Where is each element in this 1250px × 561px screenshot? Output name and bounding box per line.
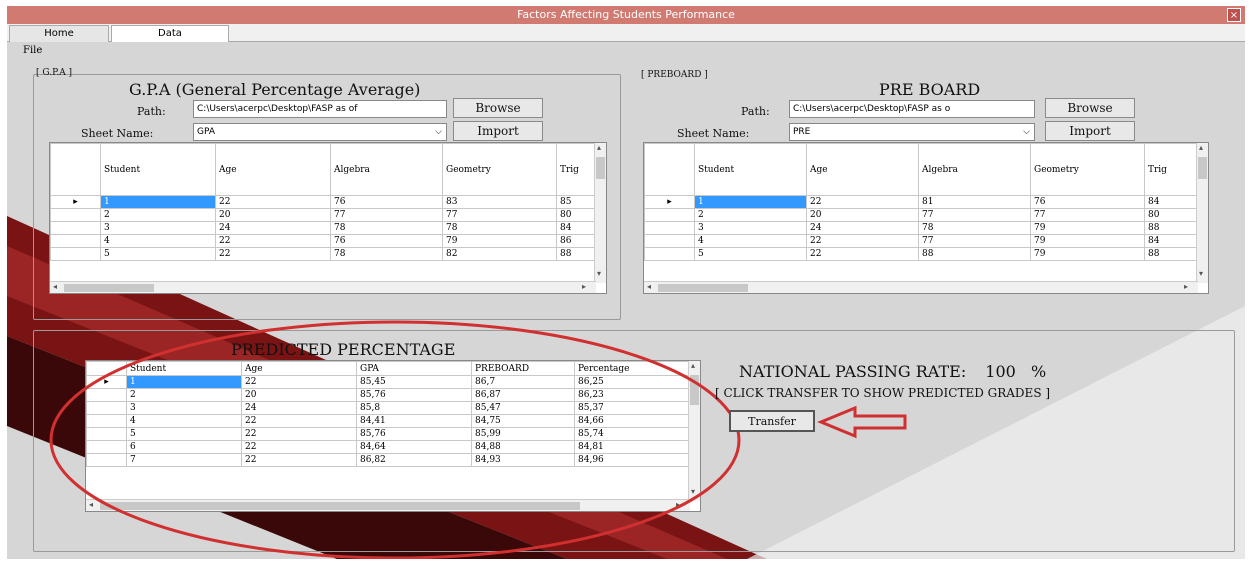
transfer-hint: [ CLICK TRANSFER TO SHOW PREDICTED GRADE… (715, 386, 1051, 400)
app-window: Factors Affecting Students Performance ×… (7, 6, 1245, 559)
left-arrow-icon (817, 405, 907, 439)
national-unit: % (1030, 362, 1047, 381)
transfer-button[interactable]: Transfer (729, 410, 815, 432)
annotation-ellipse (49, 320, 741, 559)
national-label: NATIONAL PASSING RATE: (739, 362, 967, 381)
annotation-overlay (49, 320, 907, 559)
national-passing-rate: NATIONAL PASSING RATE: 100 % (739, 362, 1046, 381)
national-value: 100 (985, 362, 1016, 381)
